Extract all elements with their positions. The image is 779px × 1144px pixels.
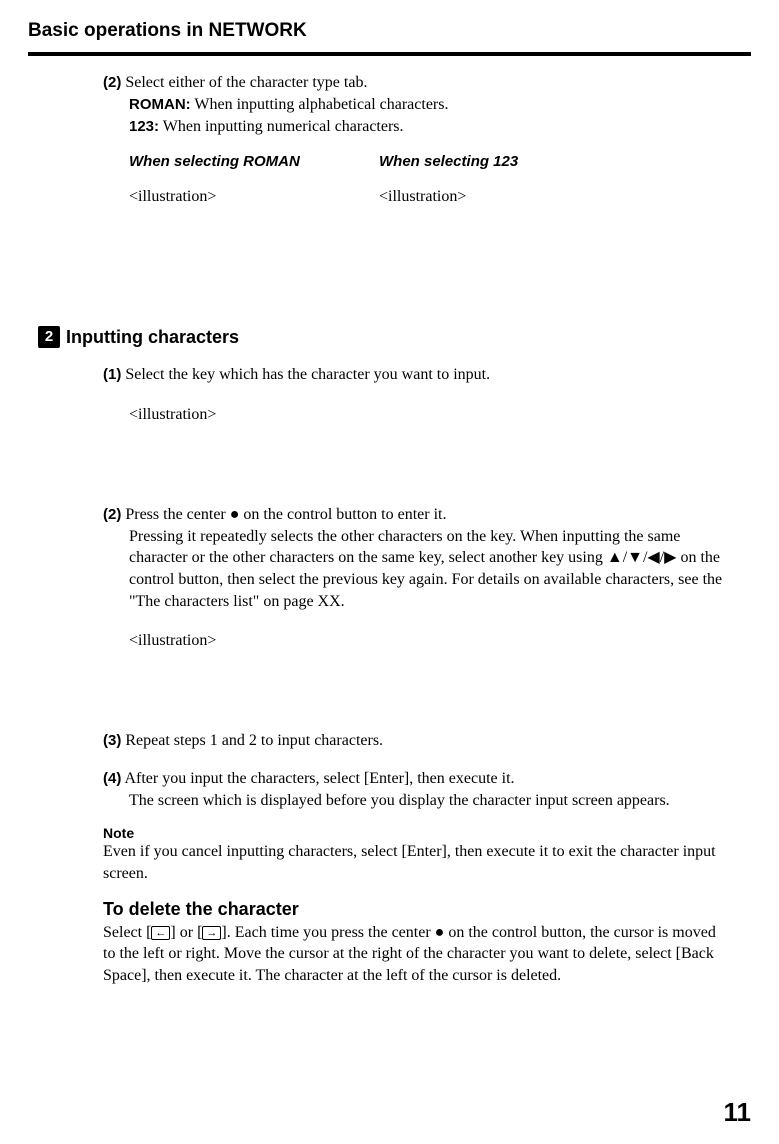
note-label: Note xyxy=(103,825,731,841)
col-roman: When selecting ROMAN <illustration> xyxy=(129,153,339,206)
step-number: (2) xyxy=(103,74,121,91)
123-label: 123: xyxy=(129,118,159,135)
step-text: Select either of the character type tab. xyxy=(121,74,367,91)
section-2-header: 2 Inputting characters xyxy=(38,326,751,348)
s2-step1: (1) Select the key which has the charact… xyxy=(103,366,731,384)
illustration-placeholder: <illustration> xyxy=(129,630,731,652)
123-def: 123: When inputting numerical characters… xyxy=(129,116,731,138)
step-text: After you input the characters, select [… xyxy=(121,770,514,787)
roman-text: When inputting alphabetical characters. xyxy=(191,96,449,113)
col-123: When selecting 123 <illustration> xyxy=(379,153,589,206)
top-step2: (2) Select either of the character type … xyxy=(103,74,731,92)
roman-def: ROMAN: When inputting alphabetical chara… xyxy=(129,94,731,116)
right-arrow-icon: → xyxy=(202,926,221,940)
page-number: 11 xyxy=(724,1097,752,1128)
step-number: (4) xyxy=(103,770,121,787)
note-block: Note Even if you cancel inputting charac… xyxy=(103,825,731,986)
top-block: (2) Select either of the character type … xyxy=(103,74,731,206)
s2-step2: (2) Press the center ● on the control bu… xyxy=(103,506,731,524)
section-number-box: 2 xyxy=(38,326,60,348)
s2-step4: (4) After you input the characters, sele… xyxy=(103,770,731,788)
illustration-placeholder: <illustration> xyxy=(379,188,589,206)
s2-step2-body: Pressing it repeatedly selects the other… xyxy=(129,526,731,612)
roman-label: ROMAN: xyxy=(129,96,191,113)
delete-pre: Select [ xyxy=(103,924,151,941)
step-number: (3) xyxy=(103,732,121,749)
step-number: (1) xyxy=(103,366,121,383)
delete-mid: ] or [ xyxy=(170,924,202,941)
s2-step3: (3) Repeat steps 1 and 2 to input charac… xyxy=(103,732,731,750)
s2-step4-body: The screen which is displayed before you… xyxy=(129,790,731,812)
illustration-placeholder: <illustration> xyxy=(129,188,339,206)
section2-block: (1) Select the key which has the charact… xyxy=(103,366,731,811)
title-divider xyxy=(28,52,751,56)
section-label: Inputting characters xyxy=(66,327,239,348)
left-arrow-icon: ← xyxy=(151,926,170,940)
step-text: Repeat steps 1 and 2 to input characters… xyxy=(121,732,383,749)
illustration-placeholder: <illustration> xyxy=(129,404,731,426)
step-text: Press the center ● on the control button… xyxy=(121,506,446,523)
columns-row: When selecting ROMAN <illustration> When… xyxy=(129,153,731,206)
delete-heading: To delete the character xyxy=(103,899,731,920)
step-text: Select the key which has the character y… xyxy=(121,366,490,383)
page-title: Basic operations in NETWORK xyxy=(28,20,751,42)
col-123-title: When selecting 123 xyxy=(379,153,589,170)
col-roman-title: When selecting ROMAN xyxy=(129,153,339,170)
step-number: (2) xyxy=(103,506,121,523)
note-text: Even if you cancel inputting characters,… xyxy=(103,841,731,884)
delete-body: Select [←] or [→]. Each time you press t… xyxy=(103,922,731,987)
123-text: When inputting numerical characters. xyxy=(159,118,404,135)
